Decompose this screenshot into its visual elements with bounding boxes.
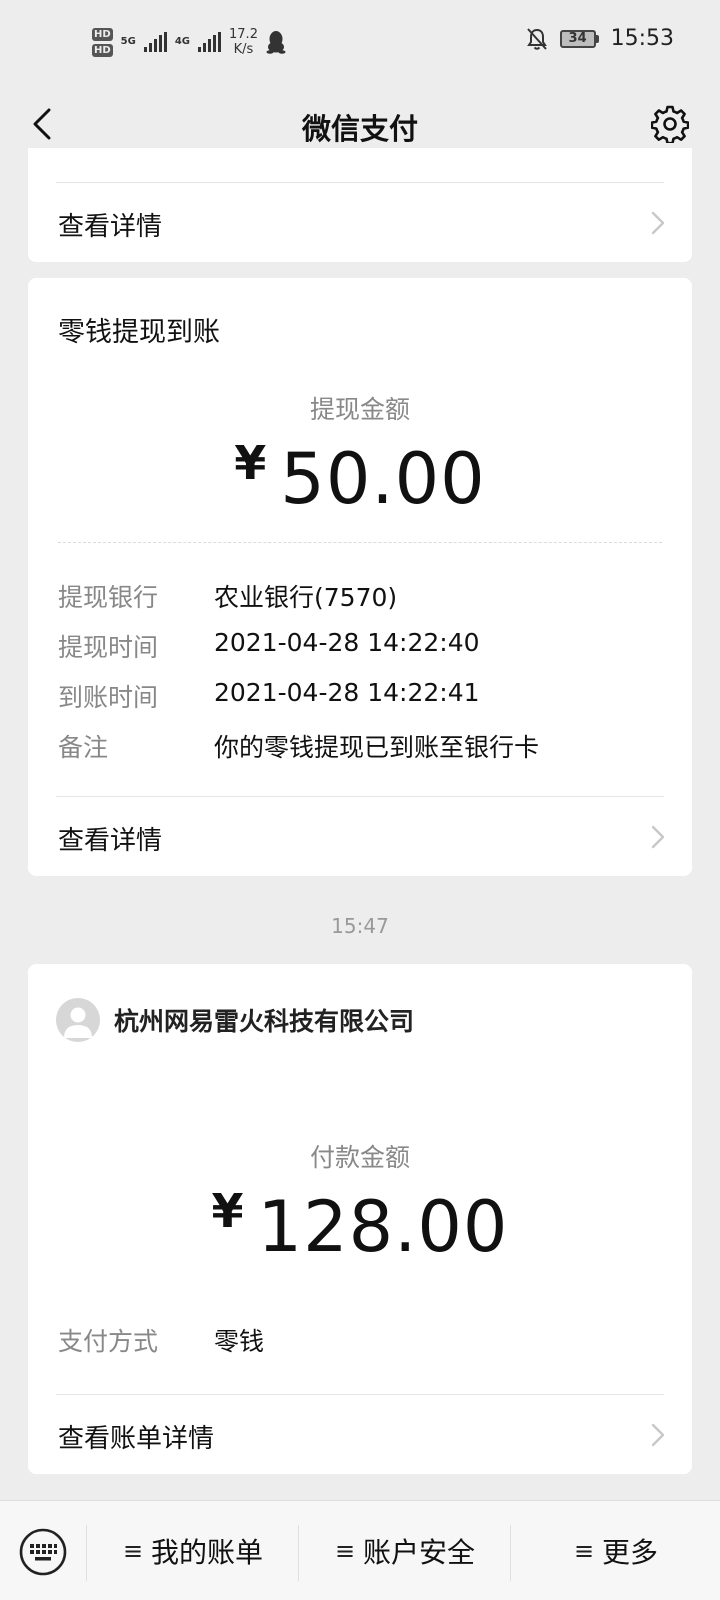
- menu-separator: [298, 1525, 299, 1581]
- bell-off-icon: [526, 27, 547, 50]
- status-bar: HD HD 5G 4G 17.2 K/s 34 15:53: [0, 0, 720, 88]
- network-speed: 17.2 K/s: [229, 27, 258, 57]
- signal-bars-icon: [143, 32, 167, 52]
- payment-amount-value: 128.00: [257, 1186, 509, 1268]
- info-label: 提现时间: [58, 633, 159, 662]
- info-label: 支付方式: [58, 1327, 159, 1356]
- currency-symbol: ¥: [211, 1184, 244, 1238]
- menu-label: 账户安全: [363, 1536, 476, 1569]
- info-label: 到账时间: [58, 683, 159, 712]
- currency-symbol: ¥: [234, 436, 267, 490]
- battery-level: 34: [559, 29, 596, 48]
- battery-icon: 34: [559, 29, 599, 48]
- info-row-withdraw-time: 提现时间 2021-04-28 14:22:40: [58, 628, 662, 668]
- keyboard-toggle-button[interactable]: [14, 1523, 72, 1581]
- menu-label: 我的账单: [151, 1536, 264, 1569]
- menu-more[interactable]: ≡ 更多: [512, 1521, 720, 1581]
- merchant-header[interactable]: 杭州网易雷火科技有限公司: [56, 996, 414, 1044]
- view-details-row[interactable]: 查看详情: [28, 798, 692, 876]
- info-value: 农业银行(7570): [214, 583, 398, 612]
- status-left: HD HD 5G 4G 17.2 K/s: [92, 20, 286, 64]
- chevron-right-icon: [651, 211, 665, 235]
- dashed-divider: [58, 542, 662, 543]
- chevron-right-icon: [651, 825, 665, 849]
- info-value: 你的零钱提现已到账至银行卡: [214, 733, 540, 762]
- info-value: 2021-04-28 14:22:41: [214, 678, 480, 707]
- menu-account-security[interactable]: ≡ 账户安全: [300, 1521, 510, 1581]
- menu-lines-icon: ≡: [573, 1537, 595, 1565]
- default-avatar-icon: [64, 1007, 92, 1038]
- settings-button[interactable]: [646, 100, 694, 148]
- status-right: 34 15:53: [526, 26, 674, 51]
- payment-amount-caption: 付款金额: [309, 1143, 410, 1172]
- info-row-arrival-time: 到账时间 2021-04-28 14:22:41: [58, 678, 662, 718]
- info-row-remark: 备注 你的零钱提现已到账至银行卡: [58, 728, 662, 768]
- withdrawal-amount-caption: 提现金额: [309, 395, 410, 424]
- view-bill-details-label: 查看账单详情: [58, 1424, 215, 1454]
- hd-badge-1: HD: [92, 27, 113, 41]
- gear-icon: [651, 105, 689, 143]
- info-value: 2021-04-28 14:22:40: [214, 628, 480, 657]
- hd-indicators: HD HD: [92, 27, 113, 57]
- withdrawal-amount-value: 50.00: [280, 438, 486, 520]
- menu-lines-icon: ≡: [334, 1537, 356, 1565]
- menu-label: 更多: [602, 1536, 659, 1569]
- merchant-name: 杭州网易雷火科技有限公司: [114, 1007, 415, 1036]
- network-4g-label: 4G: [174, 36, 191, 47]
- menu-my-bills[interactable]: ≡ 我的账单: [88, 1521, 298, 1581]
- menu-separator: [510, 1525, 511, 1581]
- status-time: 15:53: [610, 26, 674, 51]
- info-value: 零钱: [214, 1327, 265, 1356]
- card-divider: [56, 182, 664, 183]
- info-label: 备注: [58, 733, 109, 762]
- payment-card: 杭州网易雷火科技有限公司 付款金额 ¥128.00 支付方式 零钱 查看账单详情: [28, 964, 692, 1474]
- card-divider: [56, 1394, 664, 1395]
- keyboard-icon: [19, 1528, 67, 1576]
- chevron-right-icon: [651, 1423, 665, 1447]
- info-label: 提现银行: [58, 583, 159, 612]
- menu-lines-icon: ≡: [122, 1537, 144, 1565]
- view-bill-details-row[interactable]: 查看账单详情: [28, 1396, 692, 1474]
- speed-value: 17.2: [229, 27, 258, 42]
- network-5g-label: 5G: [120, 36, 136, 47]
- info-row-bank: 提现银行 农业银行(7570): [58, 578, 662, 618]
- speed-unit: K/s: [233, 42, 254, 57]
- bottom-menu-bar: ≡ 我的账单 ≡ 账户安全 ≡ 更多: [0, 1500, 720, 1600]
- card-divider: [56, 796, 664, 797]
- page-title: 微信支付: [301, 112, 418, 146]
- info-row-payment-method: 支付方式 零钱: [58, 1322, 662, 1362]
- withdrawal-card: 零钱提现到账 提现金额 ¥50.00 提现银行 农业银行(7570) 提现时间 …: [28, 278, 692, 876]
- menu-separator: [86, 1525, 87, 1581]
- view-details-row[interactable]: 查看详情: [28, 184, 692, 262]
- signal-bars-icon-2: [198, 32, 222, 52]
- view-details-label: 查看详情: [58, 212, 163, 242]
- merchant-avatar: [56, 998, 100, 1042]
- view-details-label: 查看详情: [58, 826, 163, 856]
- previous-message-card: 查看详情: [28, 148, 692, 262]
- payment-amount: ¥128.00: [28, 1184, 692, 1268]
- qq-penguin-icon: [266, 31, 286, 54]
- withdrawal-title: 零钱提现到账: [58, 317, 220, 348]
- message-timestamp: 15:47: [331, 914, 389, 938]
- withdrawal-amount: ¥50.00: [28, 436, 692, 520]
- hd-badge-2: HD: [92, 43, 113, 57]
